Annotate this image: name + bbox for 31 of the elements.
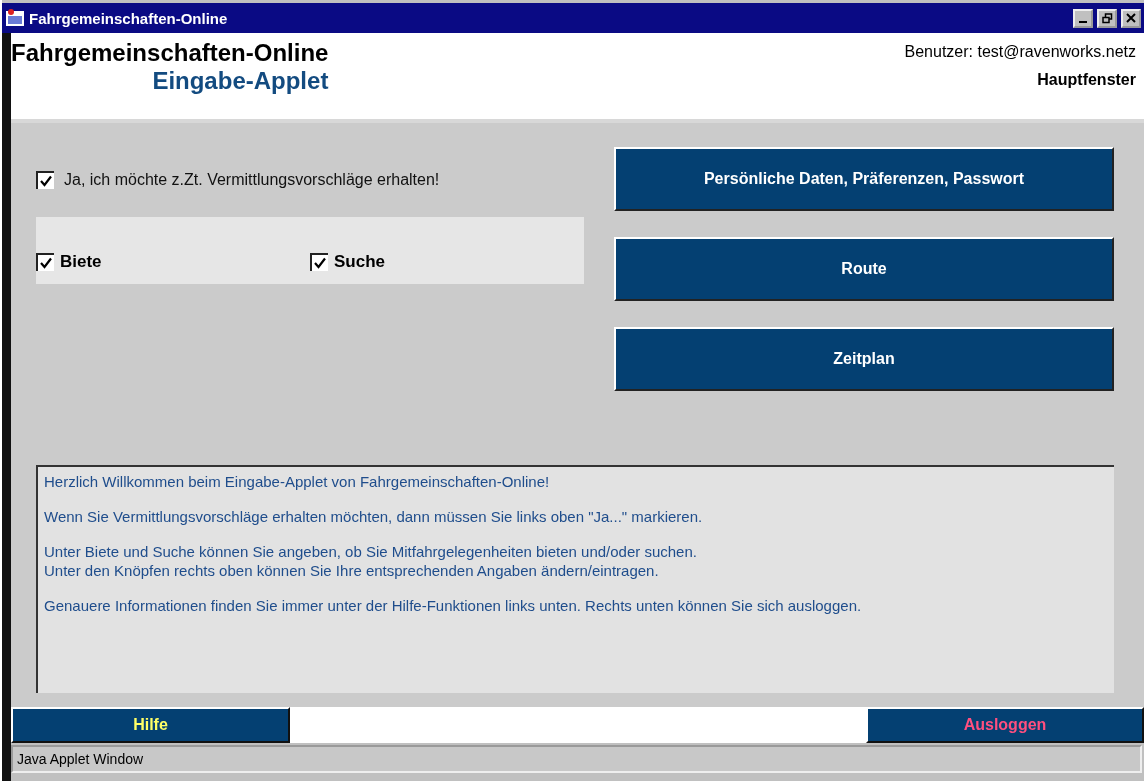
checkbox[interactable] (36, 252, 54, 271)
checkbox-label: Biete (60, 251, 102, 272)
status-bar: Java Applet Window (11, 745, 1142, 773)
app-title: Fahrgemeinschaften-Online (11, 39, 329, 67)
minimize-icon (1079, 21, 1087, 23)
restore-button[interactable] (1097, 8, 1117, 28)
minimize-button[interactable] (1073, 8, 1093, 28)
message-text: Wenn Sie Vermittlungsvorschläge erhalten möchten, dann müssen Sie links oben "Ja..." markieren. (44, 508, 704, 525)
message-text: Genauere Informationen finden Sie immer unter der Hilfe-Funktionen links unten. Rechts unten können Sie sich ausloggen. (44, 597, 863, 614)
checkbox[interactable] (310, 252, 328, 271)
applet-subtitle: Eingabe-Applet (152, 67, 329, 95)
message-text: Unter den Knöpfen rechts oben können Sie Ihre entsprechenden Angaben ändern/eintragen. (44, 562, 660, 579)
help-button[interactable]: Hilfe (11, 707, 290, 743)
checkmark-icon (314, 256, 326, 269)
close-button[interactable] (1121, 8, 1141, 28)
message-text: Herzlich Willkommen beim Eingabe-Applet von Fahrgemeinschaften-Online! (44, 473, 551, 490)
message-text: Unter Biete und Suche können Sie angeben, ob Sie Mitfahrgelegenheiten bieten und/oder suchen. (44, 543, 698, 560)
nav-button[interactable]: Zeitplan (614, 327, 1114, 391)
checkbox[interactable] (36, 171, 54, 189)
window-title: Fahrgemeinschaften-Online (29, 9, 229, 27)
restore-icon (1101, 12, 1113, 24)
app-icon (5, 8, 25, 28)
close-icon (1126, 13, 1136, 23)
nav-button[interactable]: Route (614, 237, 1114, 301)
nav-button[interactable]: Persönliche Daten, Präferenzen, Passwort (614, 147, 1114, 211)
user-label: Benutzer: test@ravenworks.netz (904, 43, 1136, 61)
checkbox-label: Ja, ich möchte z.Zt. Vermittlungsvorschläge erhalten! (64, 171, 440, 189)
view-label: Hauptfenster (1037, 71, 1136, 89)
checkbox-label: Suche (334, 251, 386, 272)
checkmark-icon (40, 175, 52, 187)
checkmark-icon (40, 256, 52, 269)
